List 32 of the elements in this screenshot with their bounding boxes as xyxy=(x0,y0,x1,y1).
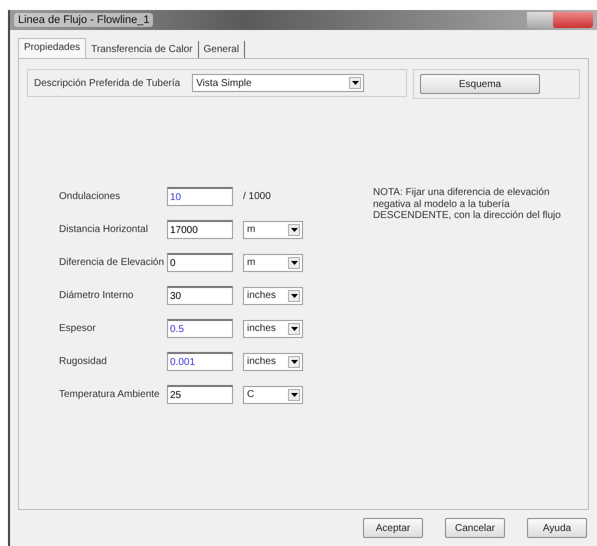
unit-dropdown[interactable]: inches xyxy=(243,320,303,338)
input-field[interactable]: 0.001 xyxy=(167,352,233,371)
unit-dropdown[interactable]: inches xyxy=(243,352,303,370)
field-label: Temperatura Ambiente xyxy=(59,389,161,400)
field-label: Diferencia de Elevación xyxy=(59,257,166,268)
input-field[interactable]: 30 xyxy=(167,286,233,305)
unit-label: / 1000 xyxy=(243,191,271,202)
field-label: Espesor xyxy=(59,323,97,334)
field-label: Ondulaciones xyxy=(59,191,122,202)
input-field[interactable]: 10 xyxy=(167,187,233,206)
field-label: Descripción Preferida de Tubería xyxy=(34,78,180,88)
dialog-button[interactable]: Cancelar xyxy=(445,518,505,538)
input-field[interactable]: 17000 xyxy=(167,220,233,239)
esquema-button[interactable]: Esquema xyxy=(420,74,540,94)
window-title: Linea de Flujo - Flowline_1 xyxy=(14,13,154,27)
input-field[interactable]: 0 xyxy=(167,253,233,272)
tab[interactable]: General xyxy=(198,41,246,58)
dropdown[interactable]: Vista Simple xyxy=(192,74,364,92)
unit-dropdown[interactable]: C xyxy=(243,386,303,404)
input-field[interactable]: 25 xyxy=(167,385,233,404)
dialog-button[interactable]: Aceptar xyxy=(363,518,423,538)
tab[interactable]: Propiedades xyxy=(18,38,86,58)
tab[interactable]: Transferencia de Calor xyxy=(86,41,198,58)
dialog-button[interactable]: Ayuda xyxy=(527,518,587,538)
field-label: Rugosidad xyxy=(59,356,108,367)
unit-dropdown[interactable]: inches xyxy=(243,286,303,304)
unit-dropdown[interactable]: m xyxy=(243,220,303,238)
note-text: NOTA: Fijar una diferencia de elevación negativa al modelo a la tubería DESCENDENTE, con la dirección del flujo xyxy=(372,187,562,223)
field-label: Diámetro Interno xyxy=(59,290,134,301)
unit-dropdown[interactable]: m xyxy=(243,254,303,272)
input-field[interactable]: 0.5 xyxy=(167,319,233,338)
field-label: Distancia Horizontal xyxy=(59,224,149,235)
